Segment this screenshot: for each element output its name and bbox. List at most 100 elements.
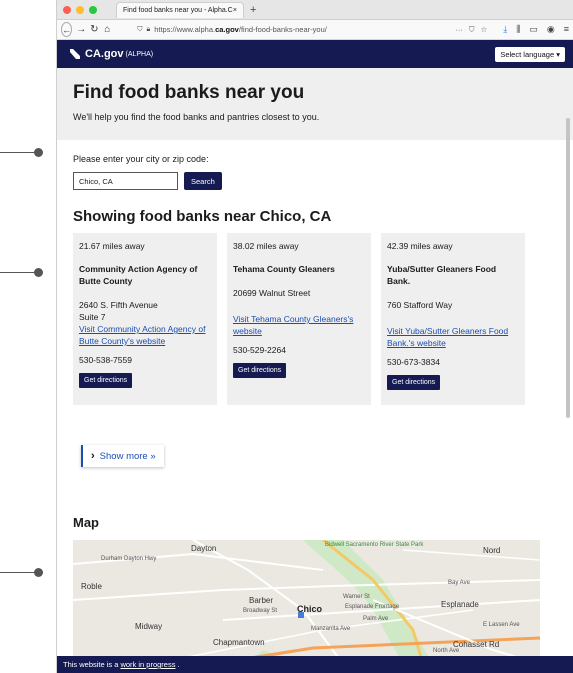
map-view[interactable]: Dayton Bidwell Sacramento River State Pa… [73, 540, 540, 664]
map-label: Chapmantown [213, 638, 265, 647]
food-bank-name: Yuba/Sutter Gleaners Food Bank. [387, 264, 497, 286]
map-label: Manzanita Ave [311, 626, 351, 632]
map-label: Dayton [191, 544, 217, 553]
browser-window: Find food banks near you - Alpha.C × + ←… [56, 0, 573, 673]
map-label: Broadway St [243, 608, 278, 614]
get-directions-button[interactable]: Get directions [79, 373, 133, 388]
sidebar-icon[interactable]: ▭ [529, 24, 538, 35]
food-bank-card: 21.67 miles away Community Action Agency… [73, 233, 217, 405]
address-line1: 760 Stafford Way [387, 300, 453, 310]
map-label: Cohasset Rd [453, 640, 500, 649]
food-bank-card: 42.39 miles away Yuba/Sutter Gleaners Fo… [381, 233, 525, 405]
california-bear-icon [70, 49, 80, 59]
tab-close-icon[interactable]: × [233, 7, 237, 14]
map-label: Bidwell Sacramento River State Park [325, 542, 424, 548]
phone-number: 530-529-2264 [233, 345, 286, 355]
address-bar[interactable]: ⛉ 🔒︎ https://www.alpha. ca.gov/find-food-… [137, 22, 487, 37]
library-icon[interactable]: ⫼ [516, 24, 520, 35]
tab-title: Find food banks near you - Alpha.C [123, 6, 233, 14]
maximize-window-button[interactable] [89, 5, 97, 14]
page-subtitle: We'll help you find the food banks and p… [73, 112, 320, 122]
distance-text: 42.39 miles away [387, 241, 453, 251]
address-line1: 2640 S. Fifth Avenue [79, 300, 158, 310]
close-window-button[interactable] [63, 5, 71, 14]
phone-number: 530-538-7559 [79, 355, 132, 365]
map-label: Esplanade [441, 600, 479, 609]
annotation-dot [34, 148, 43, 157]
search-form: Chico, CA Search [73, 172, 557, 190]
food-bank-name: Tehama County Gleaners [233, 264, 335, 274]
page-scrollbar[interactable] [566, 118, 570, 418]
map-label: Esplanade Frontage [345, 604, 400, 610]
annotation-line [0, 572, 38, 573]
website-link[interactable]: Visit Yuba/Sutter Gleaners Food Bank.'s … [387, 325, 519, 349]
hero-banner: Find food banks near you We'll help you … [57, 68, 573, 140]
get-directions-button[interactable]: Get directions [233, 363, 287, 378]
site-footer: This website is a work in progress . [57, 656, 573, 673]
annotation-dot [34, 268, 43, 277]
chevron-right-icon: › [91, 450, 95, 462]
back-icon[interactable]: ← [61, 22, 73, 37]
footer-text-end: . [177, 660, 180, 669]
get-directions-button[interactable]: Get directions [387, 375, 441, 390]
annotation-column [0, 0, 56, 673]
page-title: Find food banks near you [73, 82, 305, 103]
address-line1: 20699 Walnut Street [233, 288, 311, 298]
account-icon[interactable]: ◉ [547, 24, 555, 35]
search-input[interactable]: Chico, CA [73, 172, 178, 190]
annotation-line [0, 152, 38, 153]
phone-number: 530-673-3834 [387, 357, 440, 367]
url-path: /find-food-banks-near-you/ [238, 25, 327, 34]
lock-icon: 🔒︎ [146, 25, 151, 33]
main-content: Please enter your city or zip code: Chic… [57, 154, 573, 664]
new-tab-button[interactable]: + [250, 4, 256, 16]
distance-text: 38.02 miles away [233, 241, 299, 251]
results-list: 21.67 miles away Community Action Agency… [73, 233, 557, 405]
show-more-button[interactable]: › Show more » [81, 445, 164, 467]
logo-text: CA.gov [85, 48, 124, 60]
page-actions-icon[interactable]: ··· [455, 25, 463, 34]
map-label: Roble [81, 582, 102, 591]
annotation-dot [34, 568, 43, 577]
site-header: CA.gov (ALPHA) Select language ▾ [57, 40, 573, 68]
bookmark-star-icon[interactable]: ☆ [481, 25, 488, 34]
browser-titlebar: Find food banks near you - Alpha.C × + [57, 0, 573, 20]
toolbar-icons: ⤓ ⫼ ▭ ◉ ≡ [503, 24, 569, 35]
food-bank-name: Community Action Agency of Butte County [79, 264, 198, 286]
search-button[interactable]: Search [184, 172, 222, 190]
show-more-label: Show more » [99, 450, 156, 462]
website-link[interactable]: Visit Tehama County Gleaners's website [233, 313, 365, 337]
map-label: Durham Dayton Hwy [101, 556, 157, 562]
footer-text: This website is a [63, 660, 119, 669]
logo-alpha-tag: (ALPHA) [125, 50, 154, 58]
url-domain: ca.gov [215, 25, 239, 34]
menu-icon[interactable]: ≡ [564, 24, 569, 35]
map-label: Midway [135, 622, 163, 631]
work-in-progress-link[interactable]: work in progress [120, 660, 175, 669]
results-heading: Showing food banks near Chico, CA [73, 208, 332, 225]
forward-icon[interactable]: → [76, 24, 86, 35]
browser-tab[interactable]: Find food banks near you - Alpha.C × [116, 1, 244, 18]
map-label: Palm Ave [363, 616, 389, 622]
map-label: Warner St [343, 594, 370, 600]
map-label: Nord [483, 546, 501, 555]
map-label: Bay Ave [448, 580, 470, 586]
minimize-window-button[interactable] [76, 5, 84, 14]
website-link[interactable]: Visit Community Action Agency of Butte C… [79, 323, 211, 347]
address-line2: Suite 7 [79, 312, 106, 322]
ca-gov-logo[interactable]: CA.gov (ALPHA) [69, 48, 153, 60]
select-language-button[interactable]: Select language ▾ [495, 46, 565, 62]
annotation-line [0, 272, 38, 273]
map-label: Chico [297, 604, 323, 614]
map-heading: Map [73, 515, 99, 530]
search-label: Please enter your city or zip code: [73, 154, 209, 164]
distance-text: 21.67 miles away [79, 241, 145, 251]
download-icon[interactable]: ⤓ [503, 24, 507, 35]
pocket-icon[interactable]: ⛉ [469, 25, 475, 35]
home-icon[interactable]: ⌂ [102, 24, 112, 35]
reload-icon[interactable]: ↻ [89, 24, 99, 35]
shield-icon: ⛉ [137, 25, 143, 33]
url-prefix: https://www.alpha. [154, 25, 216, 34]
map-label: E Lassen Ave [483, 622, 520, 628]
browser-navbar: ← → ↻ ⌂ ⛉ 🔒︎ https://www.alpha. ca.gov/fi… [57, 20, 573, 40]
